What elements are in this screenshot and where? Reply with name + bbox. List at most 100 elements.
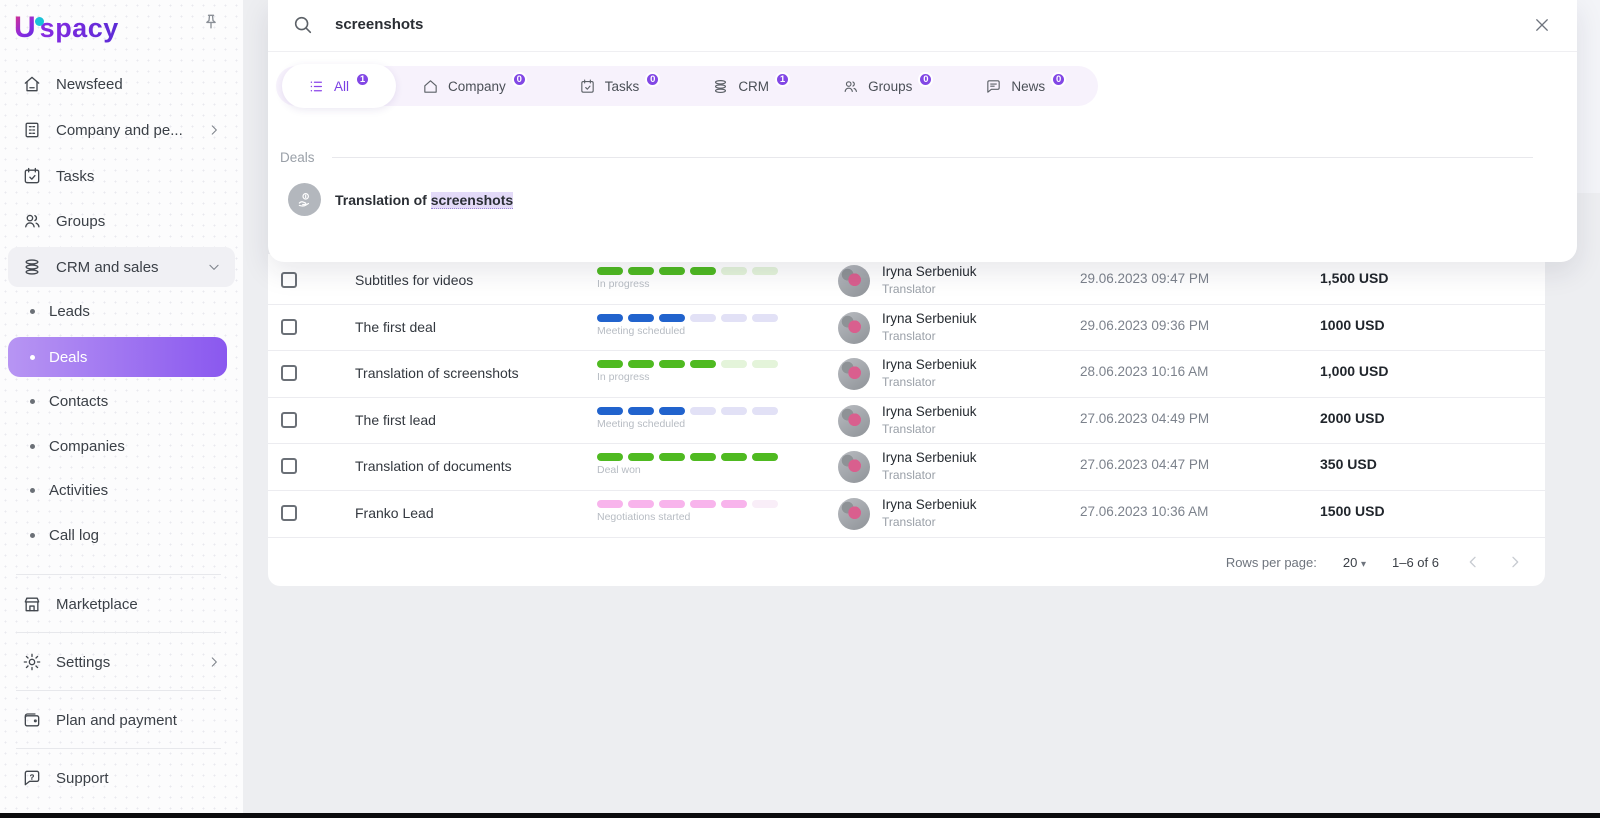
divider xyxy=(16,748,221,749)
hand-coin-icon xyxy=(295,190,314,209)
sidebar-item-crm[interactable]: CRM and sales xyxy=(8,247,235,287)
stage-segment xyxy=(597,360,623,368)
brand-logo[interactable]: U spacy xyxy=(14,10,229,46)
deal-name[interactable]: Subtitles for videos xyxy=(355,272,473,288)
owner-avatar xyxy=(838,358,870,390)
sidebar-item-company[interactable]: Company and pe... xyxy=(8,110,235,150)
row-checkbox[interactable] xyxy=(281,458,297,474)
stage-progress-segments xyxy=(597,314,787,322)
divider xyxy=(16,690,221,691)
deal-date: 27.06.2023 04:47 PM xyxy=(1080,457,1209,472)
pin-sidebar-icon[interactable] xyxy=(201,12,221,37)
sidebar-item-marketplace[interactable]: Marketplace xyxy=(8,584,235,624)
stage-segment xyxy=(721,360,747,368)
table-row[interactable]: Translation of documents Deal won Iryna … xyxy=(268,444,1545,491)
sidebar-item-newsfeed[interactable]: Newsfeed xyxy=(8,64,235,104)
gear-icon xyxy=(22,652,42,672)
owner-name: Iryna Serbeniuk xyxy=(882,311,977,326)
table-row[interactable]: The first lead Meeting scheduled Iryna S… xyxy=(268,398,1545,445)
stage-segment xyxy=(597,453,623,461)
stage-progress-segments xyxy=(597,453,787,461)
tab-count-badge: 1 xyxy=(775,72,790,87)
stage-segment xyxy=(597,500,623,508)
close-icon[interactable] xyxy=(1533,16,1551,34)
sidebar-item-support[interactable]: ? Support xyxy=(8,758,235,798)
bottom-edge-bar xyxy=(0,813,1600,818)
sidebar-item-label: Support xyxy=(56,770,109,787)
deal-date: 29.06.2023 09:36 PM xyxy=(1080,318,1209,333)
stage-label: Meeting scheduled xyxy=(597,418,787,430)
tab-crm[interactable]: CRM 1 xyxy=(686,66,816,106)
tab-label: All xyxy=(334,79,349,94)
stage-progress-segments xyxy=(597,407,787,415)
table-row[interactable]: Franko Lead Negotiations started Iryna S… xyxy=(268,491,1545,538)
backdrop-top-right xyxy=(1577,0,1600,193)
tab-label: CRM xyxy=(738,79,769,94)
sidebar-subitem-contacts[interactable]: Contacts xyxy=(8,381,227,421)
tab-label: News xyxy=(1011,79,1045,94)
deal-name[interactable]: The first deal xyxy=(355,319,436,335)
search-result-deal[interactable]: Translation of screenshots xyxy=(288,183,513,216)
owner-name: Iryna Serbeniuk xyxy=(882,497,977,512)
stage-segment xyxy=(597,314,623,322)
deal-date: 29.06.2023 09:47 PM xyxy=(1080,271,1209,286)
tab-all[interactable]: All 1 xyxy=(282,64,396,108)
sidebar-item-label: Groups xyxy=(56,213,105,230)
row-checkbox[interactable] xyxy=(281,365,297,381)
tab-count-badge: 1 xyxy=(355,72,370,87)
stage-segment xyxy=(752,500,778,508)
row-checkbox[interactable] xyxy=(281,412,297,428)
row-checkbox[interactable] xyxy=(281,319,297,335)
house-icon xyxy=(422,78,439,95)
tab-news[interactable]: News 0 xyxy=(959,66,1092,106)
chevron-left-icon[interactable] xyxy=(1465,554,1481,570)
sidebar-item-plan-payment[interactable]: Plan and payment xyxy=(8,700,235,740)
row-checkbox[interactable] xyxy=(281,272,297,288)
owner-avatar xyxy=(838,312,870,344)
svg-text:?: ? xyxy=(30,772,34,781)
deal-name[interactable]: The first lead xyxy=(355,412,436,428)
stage-label: In progress xyxy=(597,371,787,383)
sidebar-item-label: Marketplace xyxy=(56,596,138,613)
stage-segment xyxy=(721,500,747,508)
stage-segment xyxy=(597,267,623,275)
wallet-icon xyxy=(22,710,42,730)
sidebar-item-settings[interactable]: Settings xyxy=(8,642,235,682)
stage-segment xyxy=(721,314,747,322)
search-input[interactable]: screenshots xyxy=(335,16,423,33)
owner-role: Translator xyxy=(882,515,936,529)
sidebar-subitem-leads[interactable]: Leads xyxy=(8,291,227,331)
tab-tasks[interactable]: Tasks 0 xyxy=(553,66,687,106)
chevron-right-icon[interactable] xyxy=(1507,554,1523,570)
pagination-range: 1–6 of 6 xyxy=(1392,555,1439,570)
owner-role: Translator xyxy=(882,375,936,389)
sidebar-item-label: Newsfeed xyxy=(56,76,123,93)
stage-segment xyxy=(690,453,716,461)
row-checkbox[interactable] xyxy=(281,505,297,521)
stage-segment xyxy=(597,407,623,415)
stage-segment xyxy=(690,500,716,508)
sidebar-subitem-call-log[interactable]: Call log xyxy=(8,515,227,555)
deal-name[interactable]: Franko Lead xyxy=(355,505,434,521)
sidebar-subitem-label: Call log xyxy=(49,527,99,544)
stage-progress: In progress xyxy=(597,360,787,383)
search-bar[interactable]: screenshots xyxy=(268,0,1577,52)
sidebar-item-groups[interactable]: Groups xyxy=(8,201,235,241)
sidebar-subitem-deals[interactable]: Deals xyxy=(8,337,227,377)
sidebar-subitem-activities[interactable]: Activities xyxy=(8,470,227,510)
stage-progress: Meeting scheduled xyxy=(597,314,787,337)
table-row[interactable]: Subtitles for videos In progress Iryna S… xyxy=(268,258,1545,305)
rows-per-page-select[interactable]: 20 ▾ xyxy=(1343,555,1366,570)
sidebar-subitem-companies[interactable]: Companies xyxy=(8,426,227,466)
deal-name[interactable]: Translation of documents xyxy=(355,458,512,474)
caret-down-icon: ▾ xyxy=(1361,559,1366,570)
tab-company[interactable]: Company 0 xyxy=(396,66,553,106)
owner-avatar xyxy=(838,405,870,437)
deal-name[interactable]: Translation of screenshots xyxy=(355,365,519,381)
table-row[interactable]: Translation of screenshots In progress I… xyxy=(268,351,1545,398)
stage-progress-segments xyxy=(597,267,787,275)
sidebar-item-label: Company and pe... xyxy=(56,122,183,139)
tab-groups[interactable]: Groups 0 xyxy=(816,66,959,106)
table-row[interactable]: The first deal Meeting scheduled Iryna S… xyxy=(268,305,1545,352)
sidebar-item-tasks[interactable]: Tasks xyxy=(8,156,235,196)
